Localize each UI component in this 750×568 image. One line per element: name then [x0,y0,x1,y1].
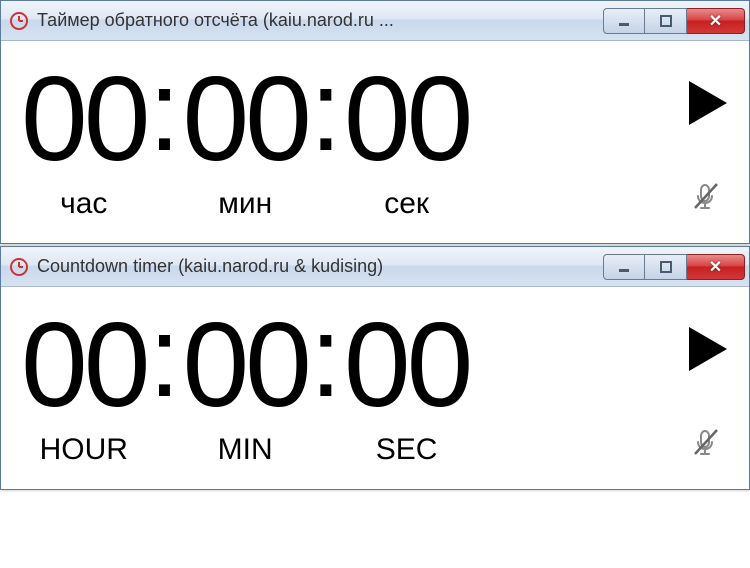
app-window-2: Countdown timer (kaiu.narod.ru & kudisin… [0,246,750,490]
seconds-label: сек [384,187,429,221]
seconds-value[interactable]: 00 [344,59,469,179]
hours-group: 00 HOUR [21,305,146,467]
window-controls: ✕ [603,254,745,280]
hours-value[interactable]: 00 [21,59,146,179]
maximize-button[interactable] [645,254,687,280]
side-controls [687,305,729,450]
hours-label: час [60,187,107,221]
separator: : [308,300,344,415]
app-icon [9,257,29,277]
separator: : [146,54,182,169]
app-window-1: Таймер обратного отсчёта (kaiu.narod.ru … [0,0,750,244]
time-display: 00 HOUR : 00 MIN : 00 SEC [21,305,657,467]
minutes-label: MIN [218,433,273,467]
hours-label: HOUR [40,433,128,467]
minutes-label: мин [218,187,272,221]
window-content: 00 HOUR : 00 MIN : 00 SEC [1,287,749,489]
seconds-group: 00 SEC [344,305,469,467]
play-button[interactable] [687,325,729,378]
titlebar[interactable]: Countdown timer (kaiu.narod.ru & kudisin… [1,247,749,287]
window-controls: ✕ [603,8,745,34]
minutes-group: 00 мин [182,59,307,221]
play-button[interactable] [687,79,729,132]
maximize-button[interactable] [645,8,687,34]
app-icon [9,11,29,31]
minutes-value[interactable]: 00 [182,59,307,179]
time-display: 00 час : 00 мин : 00 сек [21,59,657,221]
minimize-button[interactable] [603,8,645,34]
mute-icon[interactable] [691,428,725,463]
titlebar[interactable]: Таймер обратного отсчёта (kaiu.narod.ru … [1,1,749,41]
close-button[interactable]: ✕ [687,8,745,34]
hours-value[interactable]: 00 [21,305,146,425]
mute-icon[interactable] [691,182,725,217]
separator: : [146,300,182,415]
minutes-value[interactable]: 00 [182,305,307,425]
window-title: Таймер обратного отсчёта (kaiu.narod.ru … [37,10,603,31]
seconds-value[interactable]: 00 [344,305,469,425]
separator: : [308,54,344,169]
seconds-label: SEC [376,433,438,467]
close-button[interactable]: ✕ [687,254,745,280]
side-controls [687,59,729,204]
window-content: 00 час : 00 мин : 00 сек [1,41,749,243]
hours-group: 00 час [21,59,146,221]
minutes-group: 00 MIN [182,305,307,467]
seconds-group: 00 сек [344,59,469,221]
minimize-button[interactable] [603,254,645,280]
window-title: Countdown timer (kaiu.narod.ru & kudisin… [37,256,603,277]
